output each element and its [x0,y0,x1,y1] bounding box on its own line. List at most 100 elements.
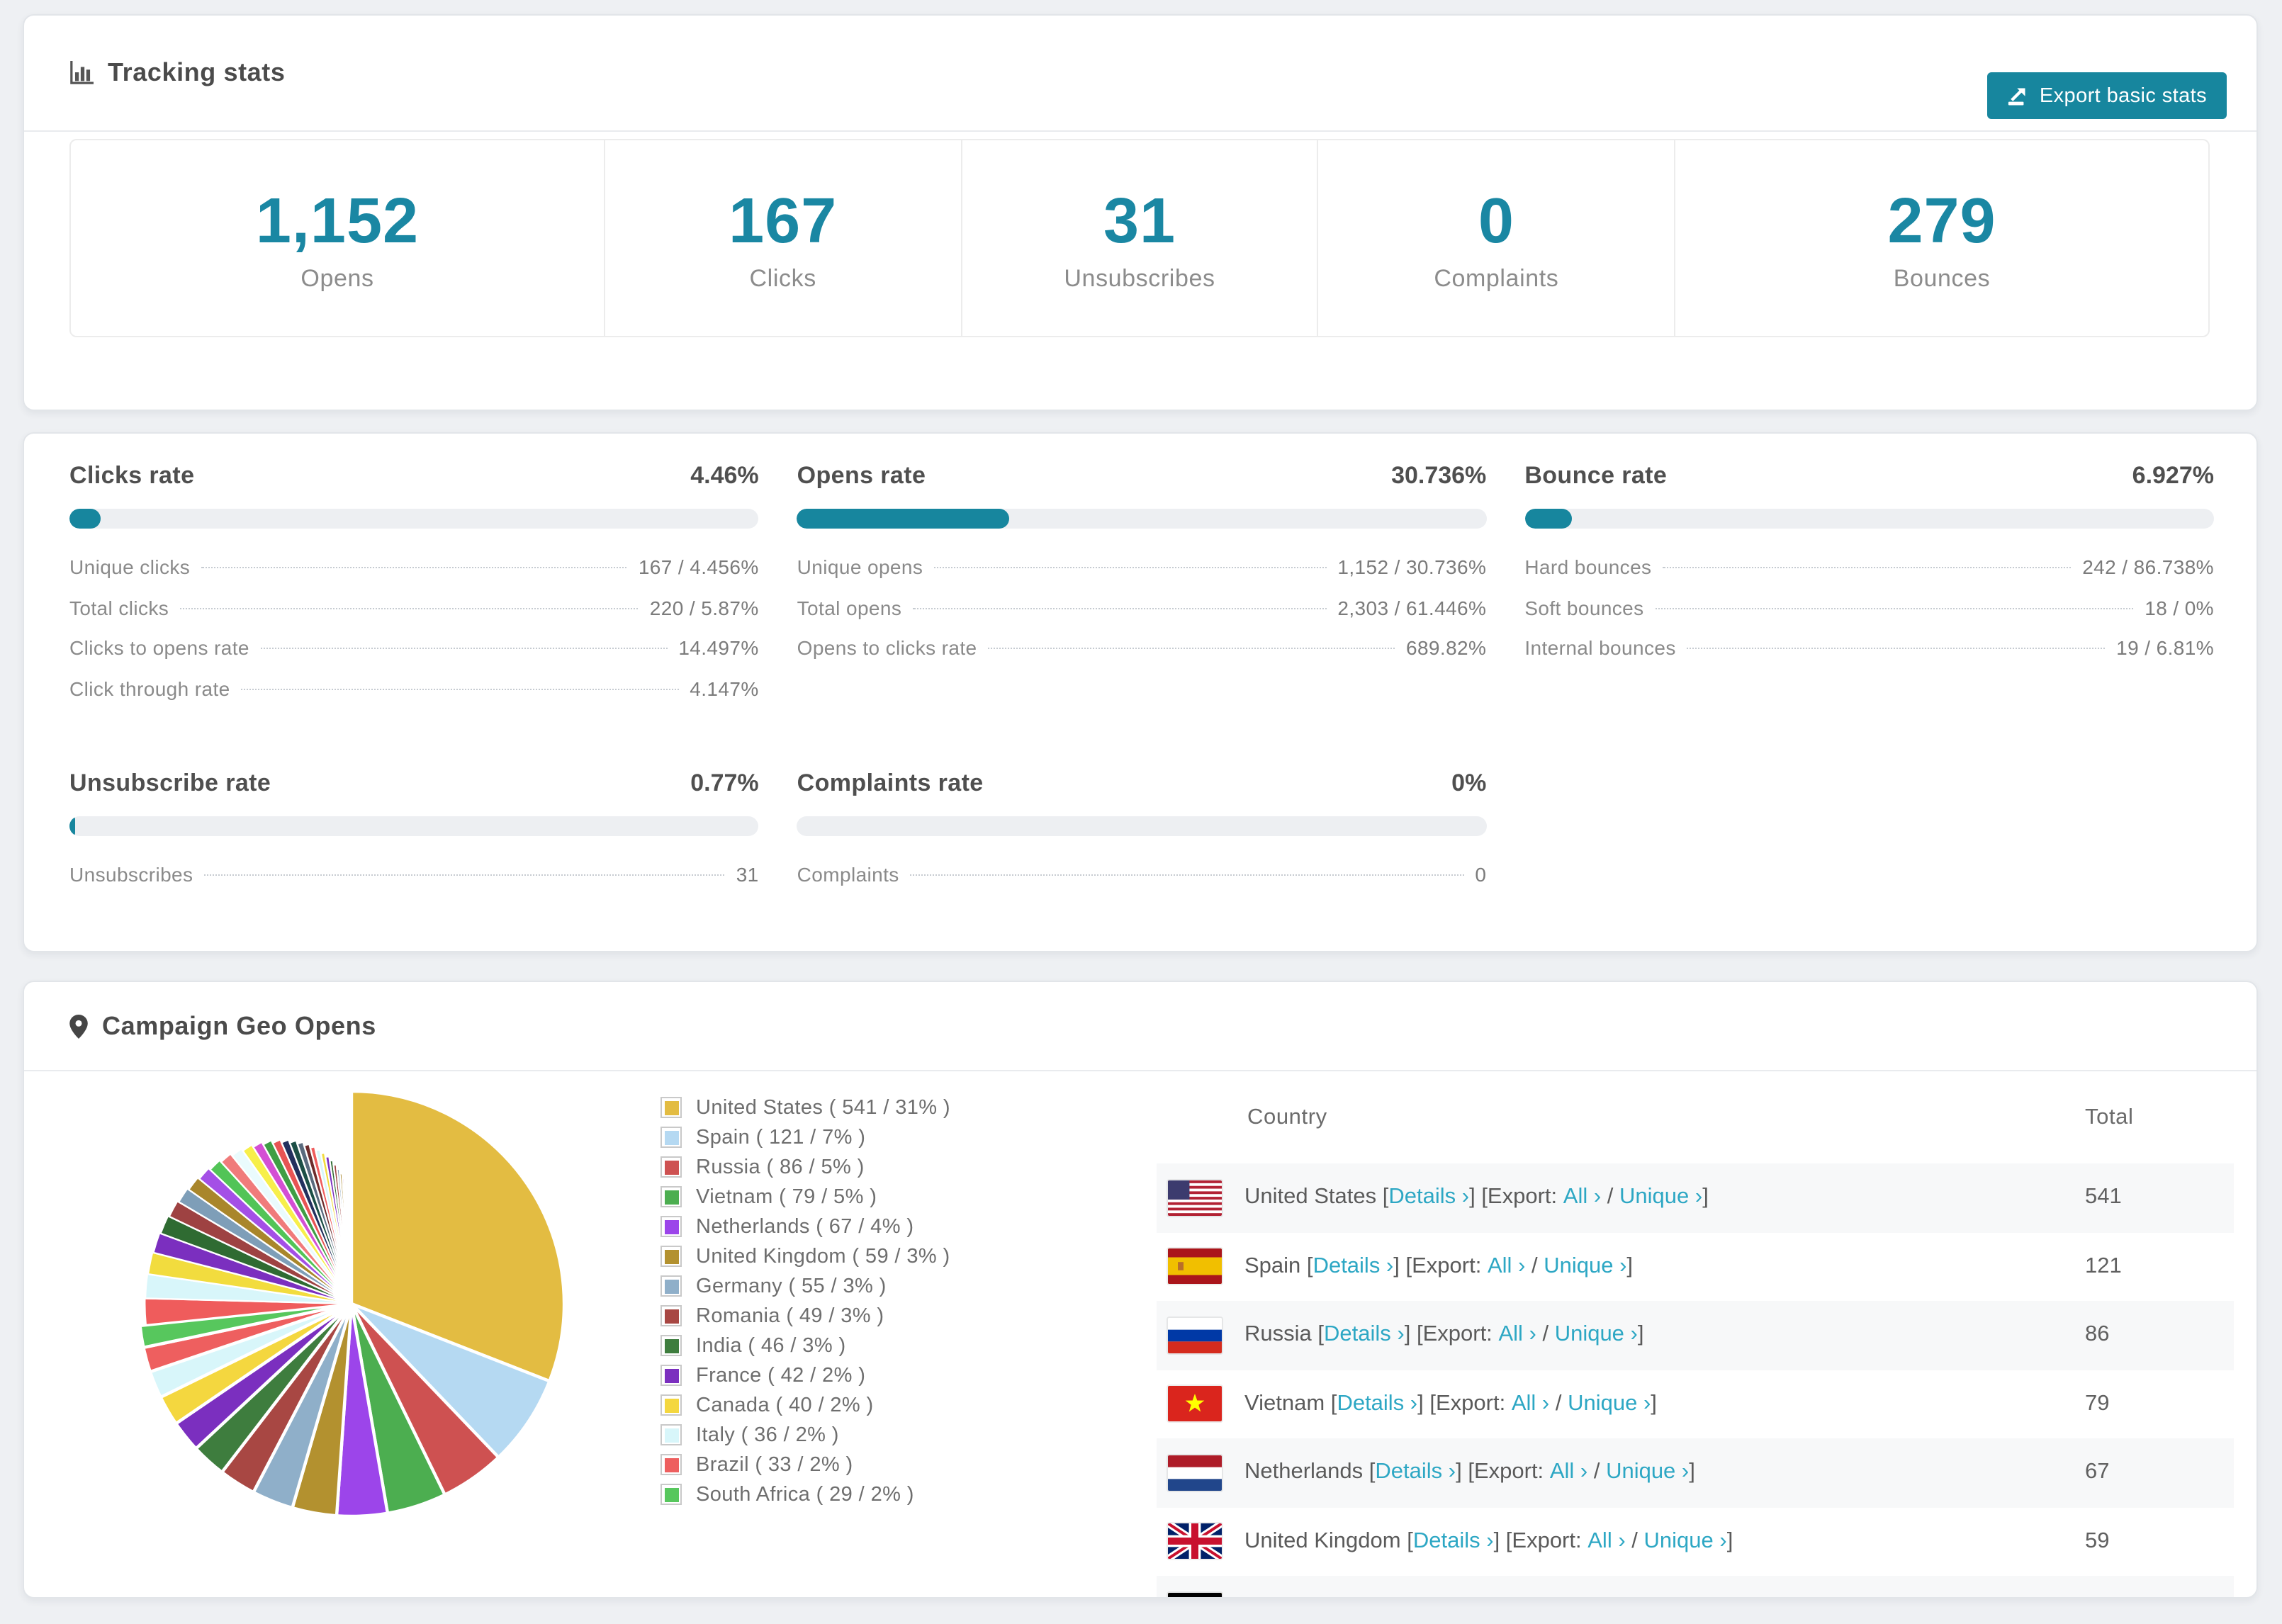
geo-export-unique-link[interactable]: Unique › [1578,1598,1660,1599]
legend-label: Russia ( 86 / 5% ) [696,1156,865,1178]
export-basic-stats-label: Export basic stats [2039,84,2207,107]
dotted-leader [913,607,1327,609]
legend-swatch [661,1365,682,1386]
geo-details-link[interactable]: Details › [1324,1323,1405,1348]
stat-value: 1,152 [255,184,420,256]
geo-title-text: Campaign Geo Opens [102,1011,376,1039]
geo-export-unique-link[interactable]: Unique › [1606,1460,1689,1486]
geo-opens-pie-chart[interactable] [118,1070,585,1538]
dotted-leader [988,648,1395,649]
geo-total-value: 67 [2085,1460,2110,1484]
tracking-stats-title: Tracking stats [69,58,286,88]
export-icon [2008,88,2025,106]
rate-progress-fill [69,816,75,836]
stat-box-clicks: 167 Clicks [605,140,962,336]
geo-details-link[interactable]: Details › [1375,1460,1456,1486]
geo-export-unique-link[interactable]: Unique › [1555,1323,1638,1348]
dotted-leader [910,874,1464,876]
rate-progress-bar [797,509,1487,529]
legend-label: Netherlands ( 67 / 4% ) [696,1215,914,1238]
geo-export-all-link[interactable]: All › [1550,1460,1587,1486]
stat-value: 167 [729,184,838,256]
rate-title: Clicks rate [69,462,195,489]
legend-swatch [661,1305,682,1326]
rate-row-value: 31 [736,863,759,886]
rate-block-bounce-rate: Bounce rate 6.927% Hard bounces 242 / 86… [1524,462,2214,721]
geo-col-total: Total [2085,1105,2134,1129]
legend-item-united-kingdom: United Kingdom ( 59 / 3% ) [661,1241,950,1271]
legend-swatch [661,1097,682,1118]
legend-label: Italy ( 36 / 2% ) [696,1423,839,1446]
geo-export-all-link[interactable]: All › [1563,1185,1601,1211]
legend-item-germany: Germany ( 55 / 3% ) [661,1271,950,1301]
legend-label: Vietnam ( 79 / 5% ) [696,1185,877,1208]
rate-row-label: Opens to clicks rate [797,636,977,659]
geo-country-name: United States [1244,1185,1377,1209]
stat-box-opens: 1,152 Opens [71,140,605,336]
rate-title: Complaints rate [797,769,984,796]
geo-table-header: Country Total [1157,1071,2234,1163]
rate-row-value: 242 / 86.738% [2082,556,2214,578]
rate-progress-bar [797,816,1487,836]
geo-country-name: Netherlands [1244,1460,1364,1484]
rate-detail-row: Unique clicks 167 / 4.456% [69,556,759,596]
geo-export-all-link[interactable]: All › [1522,1598,1559,1599]
geo-details-link[interactable]: Details › [1337,1392,1417,1417]
rate-row-value: 689.82% [1405,636,1487,659]
geo-table: Country Total United States [Details ›] … [1157,1071,2234,1599]
tracking-stats-header: Tracking stats [24,16,2256,132]
rate-detail-row: Total opens 2,303 / 61.446% [797,596,1487,636]
rate-value: 6.927% [2132,462,2214,489]
geo-country-name: Russia [1244,1322,1312,1347]
geo-table-row-de: Germany [Details ›] [Export: All › / Uni… [1157,1576,2234,1599]
geo-total-value: 59 [2085,1528,2110,1553]
geo-table-body: United States [Details ›] [Export: All ›… [1157,1163,2234,1599]
rate-block-clicks-rate: Clicks rate 4.46% Unique clicks 167 / 4.… [69,462,759,721]
stat-box-bounces: 279 Bounces [1675,140,2208,336]
geo-total-value: 55 [2085,1598,2110,1599]
legend-item-vietnam: Vietnam ( 79 / 5% ) [661,1182,950,1212]
geo-export-all-link[interactable]: All › [1488,1254,1525,1280]
legend-swatch [661,1246,682,1267]
dotted-leader [204,874,725,876]
geo-export-unique-link[interactable]: Unique › [1568,1392,1651,1417]
geo-country-name: Germany [1244,1598,1335,1599]
rate-title: Opens rate [797,462,926,489]
geo-title: Campaign Geo Opens [69,1011,376,1041]
export-basic-stats-button[interactable]: Export basic stats [1986,72,2227,119]
geo-export-all-link[interactable]: All › [1512,1392,1549,1417]
geo-export-unique-link[interactable]: Unique › [1619,1185,1702,1211]
geo-details-link[interactable]: Details › [1313,1254,1394,1280]
rate-progress-bar [69,816,759,836]
legend-label: Brazil ( 33 / 2% ) [696,1453,853,1476]
geo-col-country: Country [1247,1105,1327,1129]
rates-grid: Clicks rate 4.46% Unique clicks 167 / 4.… [24,434,2256,903]
rate-value: 30.736% [1391,462,1487,489]
geo-details-link[interactable]: Details › [1388,1185,1469,1211]
rate-progress-fill [1524,509,1573,529]
rate-row-value: 14.497% [678,636,759,659]
legend-item-netherlands: Netherlands ( 67 / 4% ) [661,1212,950,1241]
legend-swatch [661,1156,682,1178]
nl-flag-icon [1168,1455,1222,1491]
legend-swatch [661,1424,682,1445]
rate-detail-row: Complaints 0 [797,863,1487,903]
legend-label: France ( 42 / 2% ) [696,1364,866,1387]
geo-table-row-ru: Russia [Details ›] [Export: All › / Uniq… [1157,1301,2234,1370]
rate-row-label: Total clicks [69,596,169,619]
geo-details-link[interactable]: Details › [1413,1529,1494,1555]
geo-export-unique-link[interactable]: Unique › [1644,1529,1727,1555]
dotted-leader [1687,648,2106,649]
dotted-leader [1663,567,2072,568]
vn-flag-icon [1168,1386,1222,1422]
geo-export-unique-link[interactable]: Unique › [1544,1254,1626,1280]
geo-export-all-link[interactable]: All › [1587,1529,1625,1555]
geo-country-name: Spain [1244,1253,1301,1278]
geo-details-link[interactable]: Details › [1347,1598,1428,1599]
de-flag-icon [1168,1592,1222,1597]
legend-item-spain: Spain ( 121 / 7% ) [661,1122,950,1152]
dashboard-page: Tracking stats Export basic stats 1,152 … [0,0,2282,1624]
rate-detail-row: Unsubscribes 31 [69,863,759,903]
geo-export-all-link[interactable]: All › [1498,1323,1536,1348]
legend-item-italy: Italy ( 36 / 2% ) [661,1420,950,1450]
